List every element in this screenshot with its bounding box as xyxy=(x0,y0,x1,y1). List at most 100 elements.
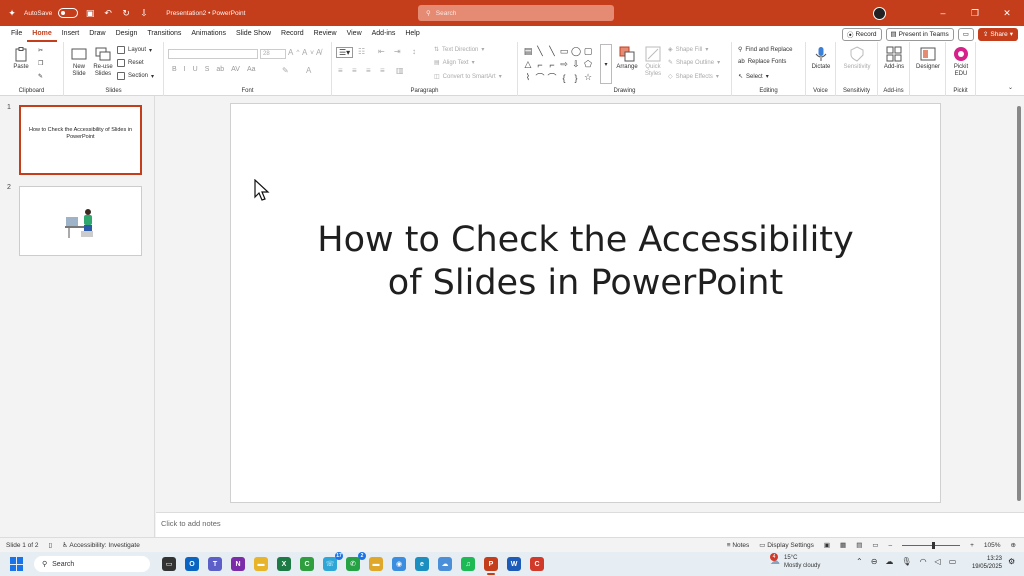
tab-view[interactable]: View xyxy=(342,26,367,42)
taskbar-app-excel[interactable]: X xyxy=(277,557,291,571)
zoom-out-icon[interactable]: – xyxy=(889,542,893,549)
bold-button[interactable]: B xyxy=(172,66,177,73)
tab-slide-show[interactable]: Slide Show xyxy=(231,26,276,42)
text-direction-button[interactable]: ⇅ Text Direction ▾ xyxy=(434,46,484,54)
align-left-icon[interactable]: ≡ xyxy=(338,66,343,75)
onedrive-icon[interactable]: ☁ xyxy=(885,557,893,566)
shape-outline-button[interactable]: ✎ Shape Outline ▾ xyxy=(668,59,720,67)
taskbar-app-teams[interactable]: T xyxy=(208,557,222,571)
copy-icon[interactable]: ❐ xyxy=(38,60,43,67)
tab-record[interactable]: Record xyxy=(276,26,309,42)
autosave-toggle[interactable] xyxy=(58,8,79,18)
dictate-button[interactable]: Dictate xyxy=(808,46,834,71)
underline-button[interactable]: U xyxy=(193,66,198,73)
copilot-icon[interactable]: ✦ xyxy=(6,7,18,19)
shape-effects-button[interactable]: ◇ Shape Effects ▾ xyxy=(668,73,719,81)
decrease-indent-icon[interactable]: ⇤ xyxy=(378,47,385,56)
fit-to-window-icon[interactable]: ⊕ xyxy=(1011,541,1016,549)
convert-smartart-button[interactable]: ◫ Convert to SmartArt ▾ xyxy=(434,73,502,81)
taskbar-app-folders[interactable]: ▬ xyxy=(369,557,383,571)
slide-thumbnail-2[interactable] xyxy=(19,186,142,256)
cut-icon[interactable]: ✂ xyxy=(38,47,43,54)
share-button[interactable]: ⇪ Share ▾ xyxy=(977,27,1018,41)
font-color-icon[interactable]: A xyxy=(306,66,311,75)
network-disk-icon[interactable]: ⊖ xyxy=(871,557,878,566)
taskbar-app-edge[interactable]: e xyxy=(415,557,429,571)
bullets-icon[interactable]: ☰▾ xyxy=(336,47,354,58)
tab-help[interactable]: Help xyxy=(400,26,424,42)
star-shape-icon[interactable]: ☆ xyxy=(582,71,594,84)
notes-pane[interactable]: Click to add notes xyxy=(156,512,1024,537)
start-button[interactable] xyxy=(10,557,24,571)
tab-home[interactable]: Home xyxy=(27,26,57,42)
scrollbar-thumb[interactable] xyxy=(1017,106,1021,501)
user-avatar[interactable] xyxy=(873,6,886,20)
shapes-gallery[interactable]: ▤ ╲ ╲ ▭ ◯ ▢ △ ⌐ ⌐ ⇨ ⇩ ⬠ ⌇ ⌒ ⌒{} ☆ xyxy=(522,45,598,85)
find-replace-button[interactable]: ⚲ Find and Replace xyxy=(738,46,792,54)
rounded-rect-shape-icon[interactable]: ▢ xyxy=(582,45,594,58)
display-settings-button[interactable]: ▭ Display Settings xyxy=(759,541,814,549)
current-slide[interactable]: How to Check the Accessibility of Slides… xyxy=(230,103,941,503)
layout-button[interactable]: Layout ▾ xyxy=(117,46,152,54)
reset-button[interactable]: Reset xyxy=(117,59,144,67)
font-name-box[interactable] xyxy=(168,49,258,59)
paste-button[interactable]: Paste xyxy=(8,46,34,71)
align-text-button[interactable]: ▤ Align Text ▾ xyxy=(434,59,475,67)
undo-icon[interactable]: ↶ xyxy=(102,7,114,19)
reading-view-icon[interactable]: ▤ xyxy=(856,541,862,549)
arrow-down-shape-icon[interactable]: ⇩ xyxy=(570,58,582,71)
brace-open-shape-icon[interactable]: { xyxy=(558,71,570,84)
highlight-icon[interactable]: ✎ xyxy=(282,66,289,75)
taskbar-app-camtasia[interactable]: C xyxy=(300,557,314,571)
textbox-shape-icon[interactable]: ▤ xyxy=(522,45,534,58)
freeform-shape-icon[interactable]: ⌇ xyxy=(522,71,534,84)
zoom-slider[interactable] xyxy=(902,541,961,549)
accessibility-button[interactable]: ♿ Accessibility: Investigate xyxy=(62,541,140,549)
taskbar-app-canva[interactable]: C xyxy=(530,557,544,571)
addins-button[interactable]: Add-ins xyxy=(880,46,908,71)
pentagon-shape-icon[interactable]: ⬠ xyxy=(582,58,594,71)
tab-review[interactable]: Review xyxy=(309,26,342,42)
character-spacing-button[interactable]: AV xyxy=(231,66,240,73)
italic-button[interactable]: I xyxy=(184,66,186,73)
show-hidden-icons-icon[interactable]: ⌃ xyxy=(856,557,863,566)
shadow-button[interactable]: ab xyxy=(216,66,224,73)
line-shape-icon[interactable]: ╲ xyxy=(534,45,546,58)
numbering-icon[interactable]: ☷ xyxy=(358,47,365,56)
taskbar-app-word[interactable]: W xyxy=(507,557,521,571)
save-icon[interactable]: ▣ xyxy=(84,7,96,19)
select-button[interactable]: ↖ Select ▾ xyxy=(738,73,769,81)
change-case-button[interactable]: Aa xyxy=(247,66,256,73)
taskbar-app-powerpoint[interactable]: P xyxy=(484,557,498,575)
taskbar-app-whatsapp[interactable]: ✆ 2 xyxy=(346,552,366,571)
oval-shape-icon[interactable]: ◯ xyxy=(570,45,582,58)
format-painter-icon[interactable]: ✎ xyxy=(38,73,43,80)
taskbar-app-task-view[interactable]: ▭ xyxy=(162,557,176,571)
align-right-icon[interactable]: ≡ xyxy=(366,66,371,75)
ribbon-collapse-icon[interactable]: ⌄ xyxy=(1008,84,1013,91)
connector-shape-icon[interactable]: ⌐ xyxy=(534,58,546,71)
microphone-tray-icon[interactable]: 🎙 xyxy=(901,557,911,566)
designer-button[interactable]: Designer xyxy=(912,46,944,71)
decrease-font-icon[interactable]: Av xyxy=(302,48,314,57)
maximize-icon[interactable]: ❐ xyxy=(970,8,980,19)
increase-indent-icon[interactable]: ⇥ xyxy=(394,47,401,56)
reuse-slides-button[interactable]: Re-use Slides xyxy=(91,46,115,78)
notifications-icon[interactable]: ⚙ xyxy=(1008,557,1015,566)
present-in-teams-button[interactable]: ▤ Present in Teams xyxy=(885,27,954,41)
taskbar-app-file-explorer[interactable]: ▬ xyxy=(254,557,268,571)
rectangle-shape-icon[interactable]: ▭ xyxy=(558,45,570,58)
title-search-box[interactable]: ⚲ Search xyxy=(418,5,614,21)
tab-add-ins[interactable]: Add-ins xyxy=(367,26,401,42)
redo-icon[interactable]: ↻ xyxy=(120,7,132,19)
align-center-icon[interactable]: ≡ xyxy=(352,66,357,75)
minimize-icon[interactable]: – xyxy=(938,8,948,18)
taskbar-app-photos[interactable]: ☁ xyxy=(438,557,452,571)
normal-view-icon[interactable]: ▣ xyxy=(824,541,830,549)
slide-thumbnail-1[interactable]: How to Check the Accessibility of Slides… xyxy=(19,105,142,175)
taskbar-search[interactable]: ⚲ Search xyxy=(34,556,150,572)
section-button[interactable]: Section ▾ xyxy=(117,72,154,80)
taskbar-app-chrome[interactable]: ◉ xyxy=(392,557,406,571)
elbow-shape-icon[interactable]: ⌐ xyxy=(546,58,558,71)
new-slide-button[interactable]: New Slide xyxy=(67,46,91,78)
